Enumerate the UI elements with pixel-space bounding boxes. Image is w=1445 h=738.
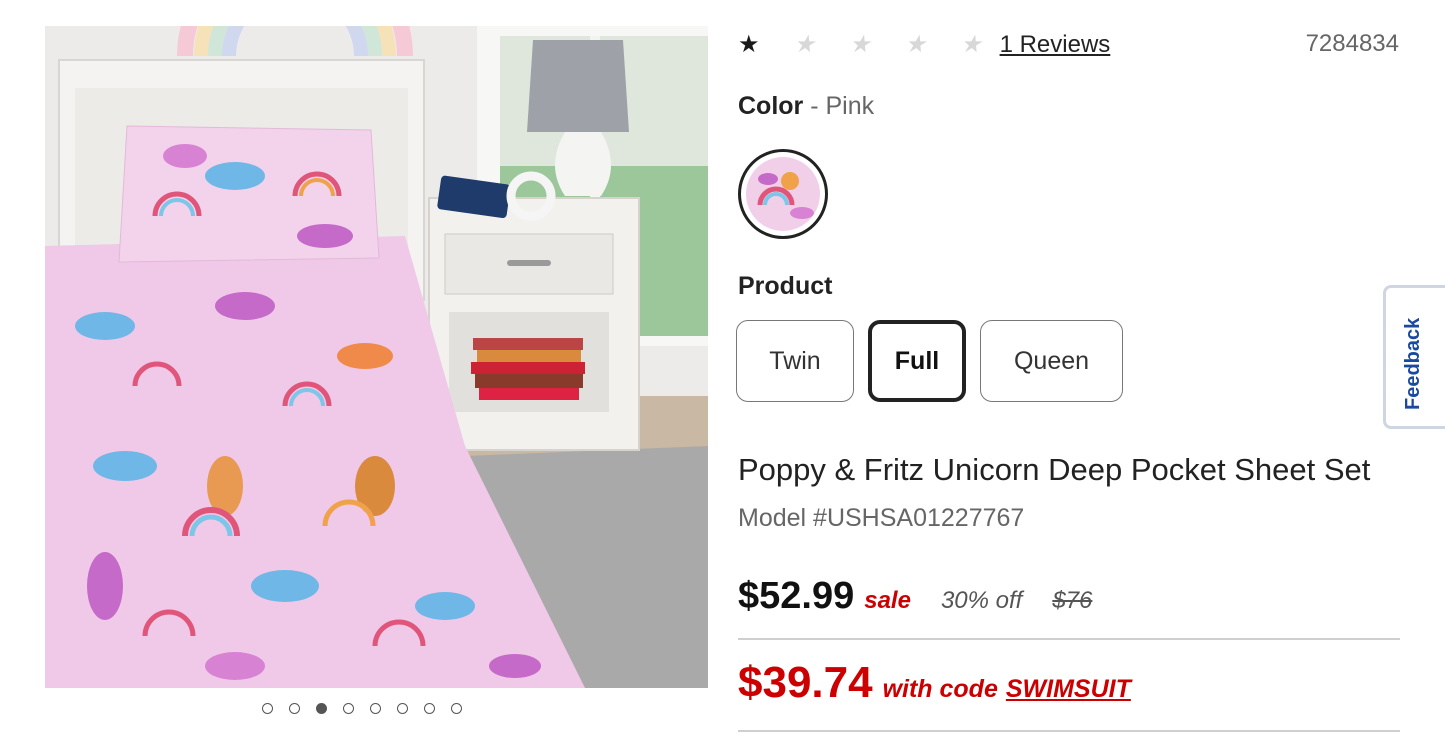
sku-number: 7284834	[1305, 30, 1399, 57]
star-empty-icon: ★	[904, 31, 927, 58]
gallery-dot[interactable]	[397, 703, 408, 714]
swatch-thumbnail	[746, 157, 820, 231]
reviews-link[interactable]: 1 Reviews	[1000, 31, 1111, 59]
feedback-label: Feedback	[1402, 317, 1424, 410]
size-option-twin[interactable]: Twin	[736, 320, 854, 402]
color-swatch-pink[interactable]	[738, 149, 828, 239]
promo-code-link[interactable]: SWIMSUIT	[1006, 675, 1131, 704]
model-number: Model #USHSA01227767	[738, 504, 1025, 532]
promo-price: $39.74	[738, 658, 873, 707]
gallery-dot[interactable]	[289, 703, 300, 714]
gallery-dot[interactable]	[451, 703, 462, 714]
product-option-label: Product	[738, 272, 833, 300]
gallery-dot[interactable]	[343, 703, 354, 714]
gallery-pagination	[262, 703, 462, 714]
gallery-dot[interactable]	[370, 703, 381, 714]
discount-percent: 30% off	[940, 587, 1023, 614]
sale-price: $52.99	[738, 575, 855, 617]
gallery-dot[interactable]	[316, 703, 327, 714]
size-option-queen[interactable]: Queen	[980, 320, 1123, 402]
price-row: $52.99 sale 30% off $76	[738, 575, 1092, 618]
feedback-tab[interactable]: Feedback	[1383, 285, 1445, 429]
product-image[interactable]	[45, 26, 708, 688]
product-title: Poppy & Fritz Unicorn Deep Pocket Sheet …	[738, 452, 1371, 487]
promo-text: with code	[882, 675, 998, 703]
promo-row: $39.74 with code SWIMSUIT	[738, 658, 1131, 708]
gallery-dot[interactable]	[424, 703, 435, 714]
star-empty-icon: ★	[793, 31, 816, 58]
color-value: Pink	[825, 92, 875, 120]
star-empty-icon: ★	[849, 31, 871, 58]
gallery-dot[interactable]	[262, 703, 273, 714]
price-divider	[738, 638, 1400, 640]
size-selector: Twin Full Queen	[736, 320, 1123, 402]
rating-summary: ★ ★ ★ ★ ★ 1 Reviews	[738, 30, 1110, 60]
size-option-full[interactable]: Full	[868, 320, 966, 402]
promo-divider	[738, 730, 1400, 732]
star-empty-icon: ★	[960, 31, 982, 58]
bedroom-photo	[45, 26, 708, 688]
sale-label: sale	[864, 587, 911, 614]
original-price: $76	[1052, 587, 1093, 614]
color-label-row: Color - Pink	[738, 92, 874, 121]
star-filled-icon: ★	[738, 31, 760, 58]
color-separator: -	[803, 92, 826, 120]
color-label: Color	[738, 92, 804, 120]
